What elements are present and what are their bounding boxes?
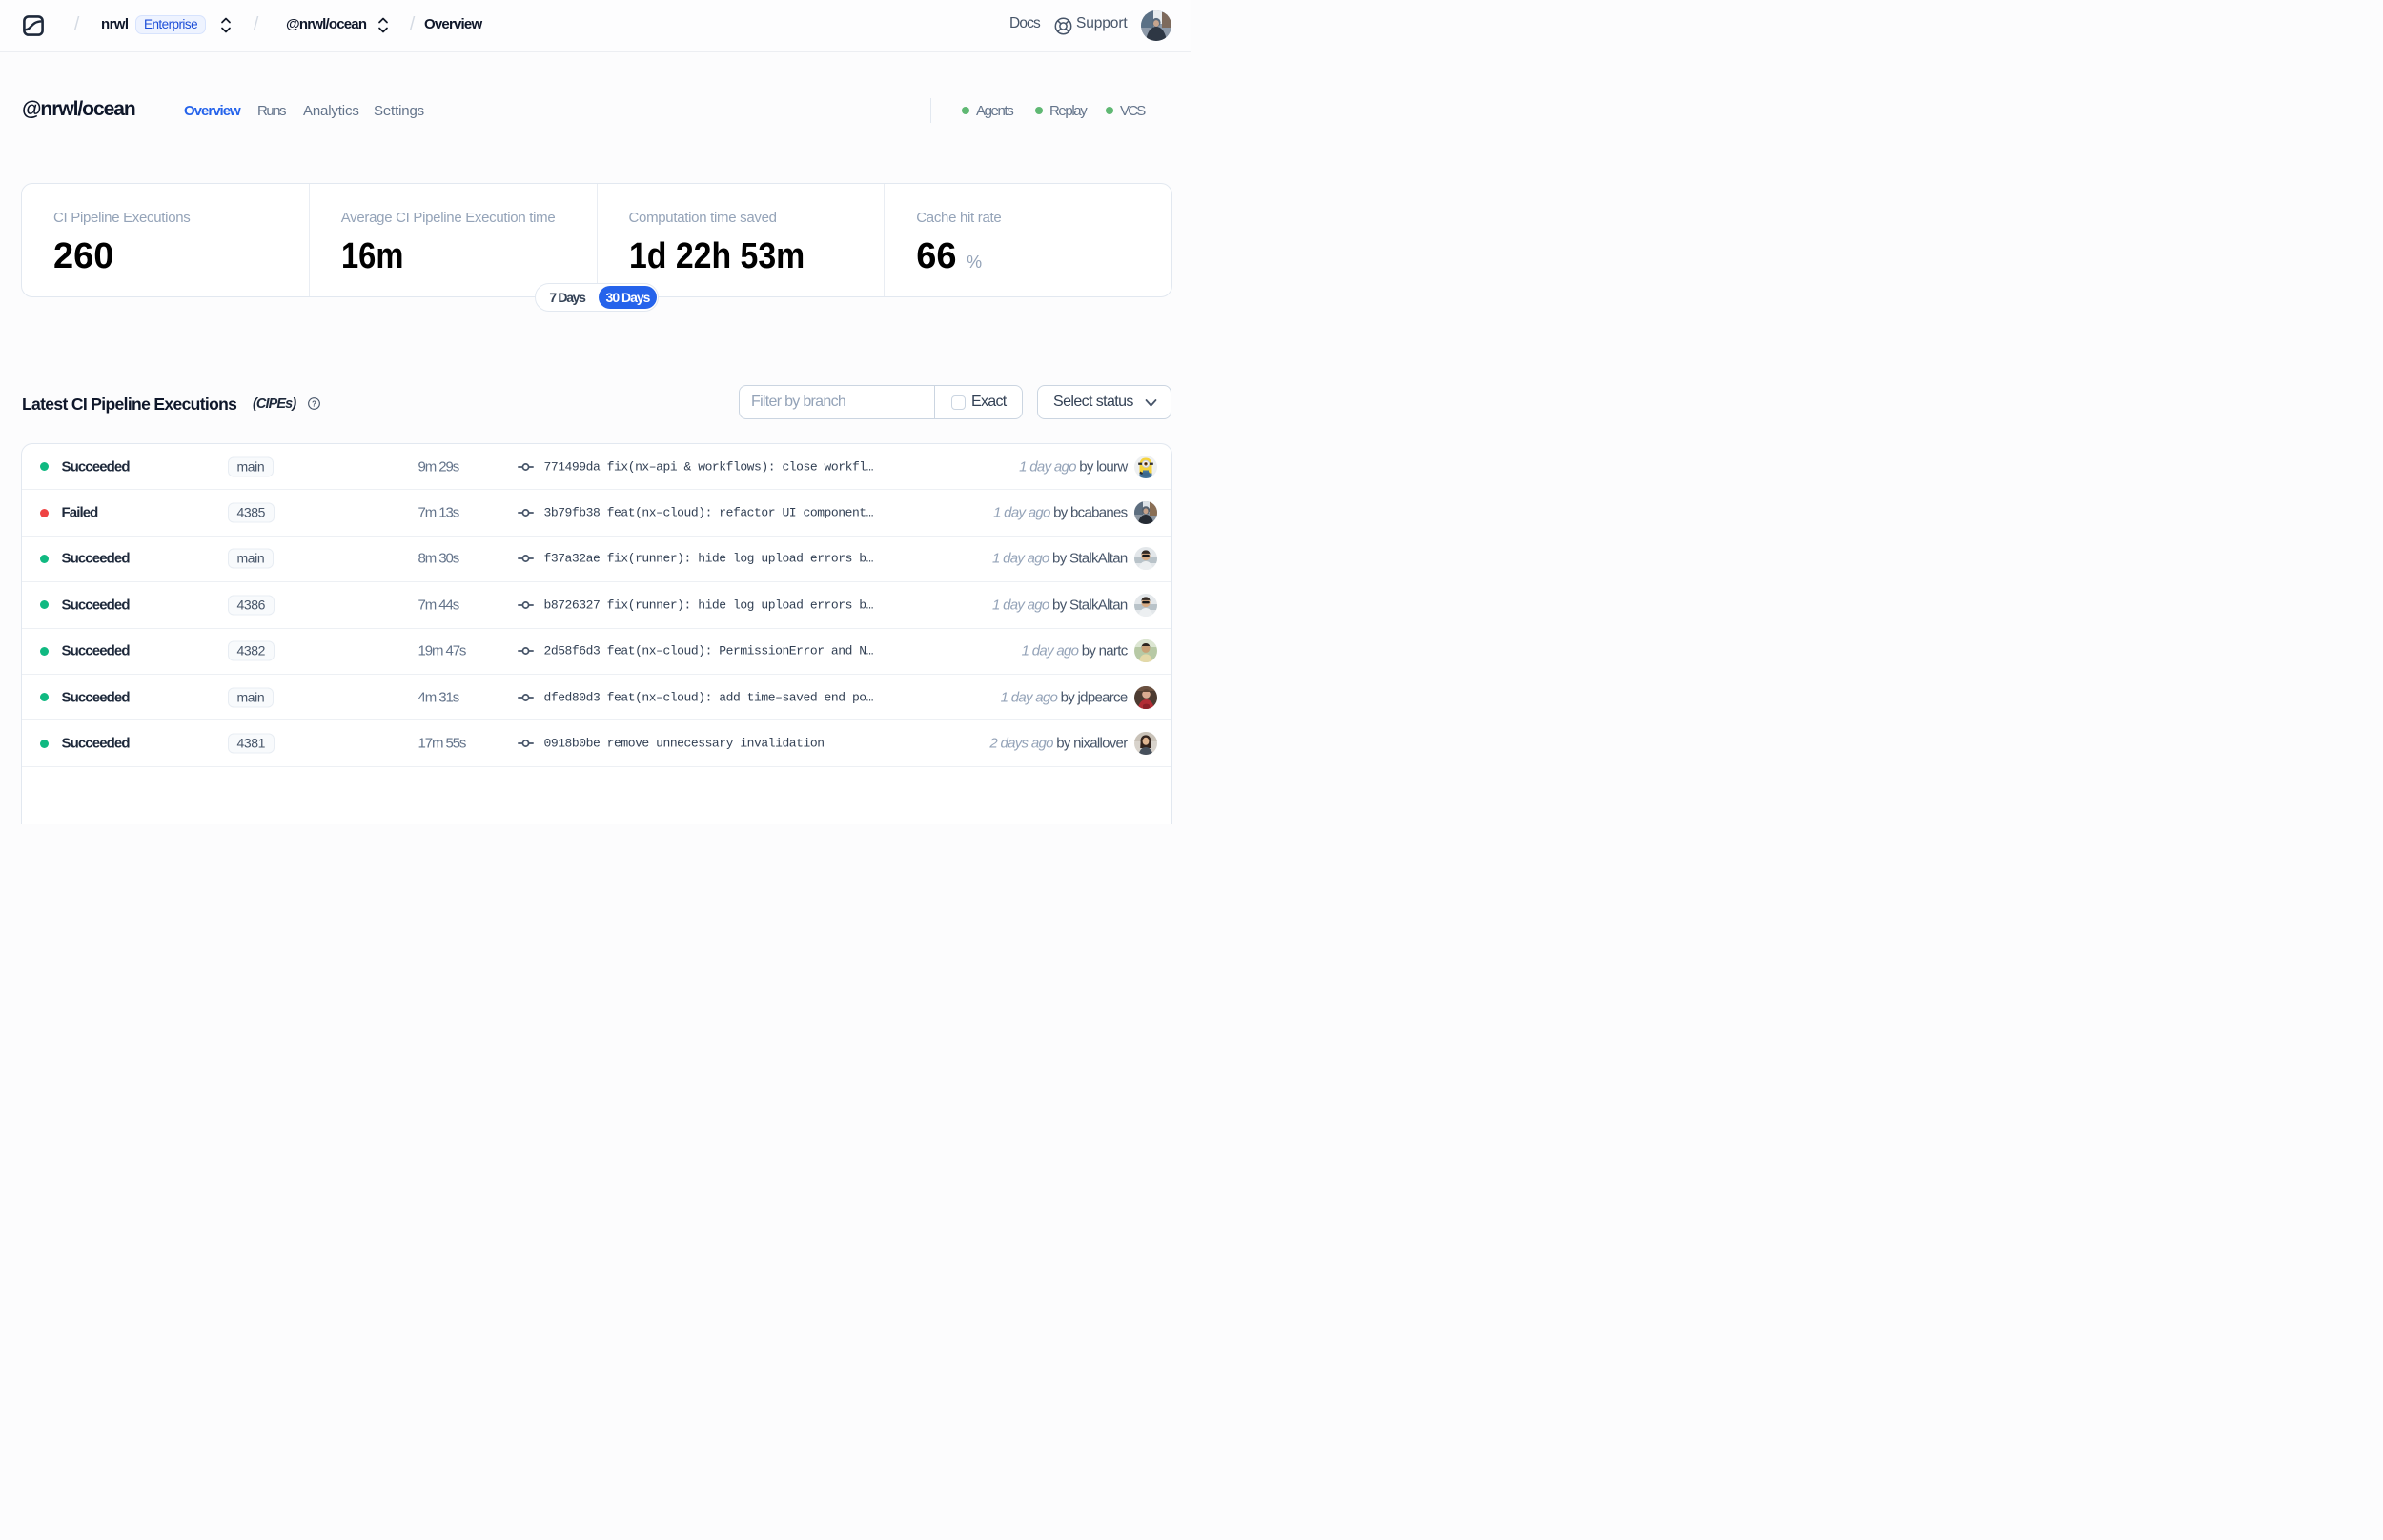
svg-text:?: ?	[312, 399, 316, 408]
